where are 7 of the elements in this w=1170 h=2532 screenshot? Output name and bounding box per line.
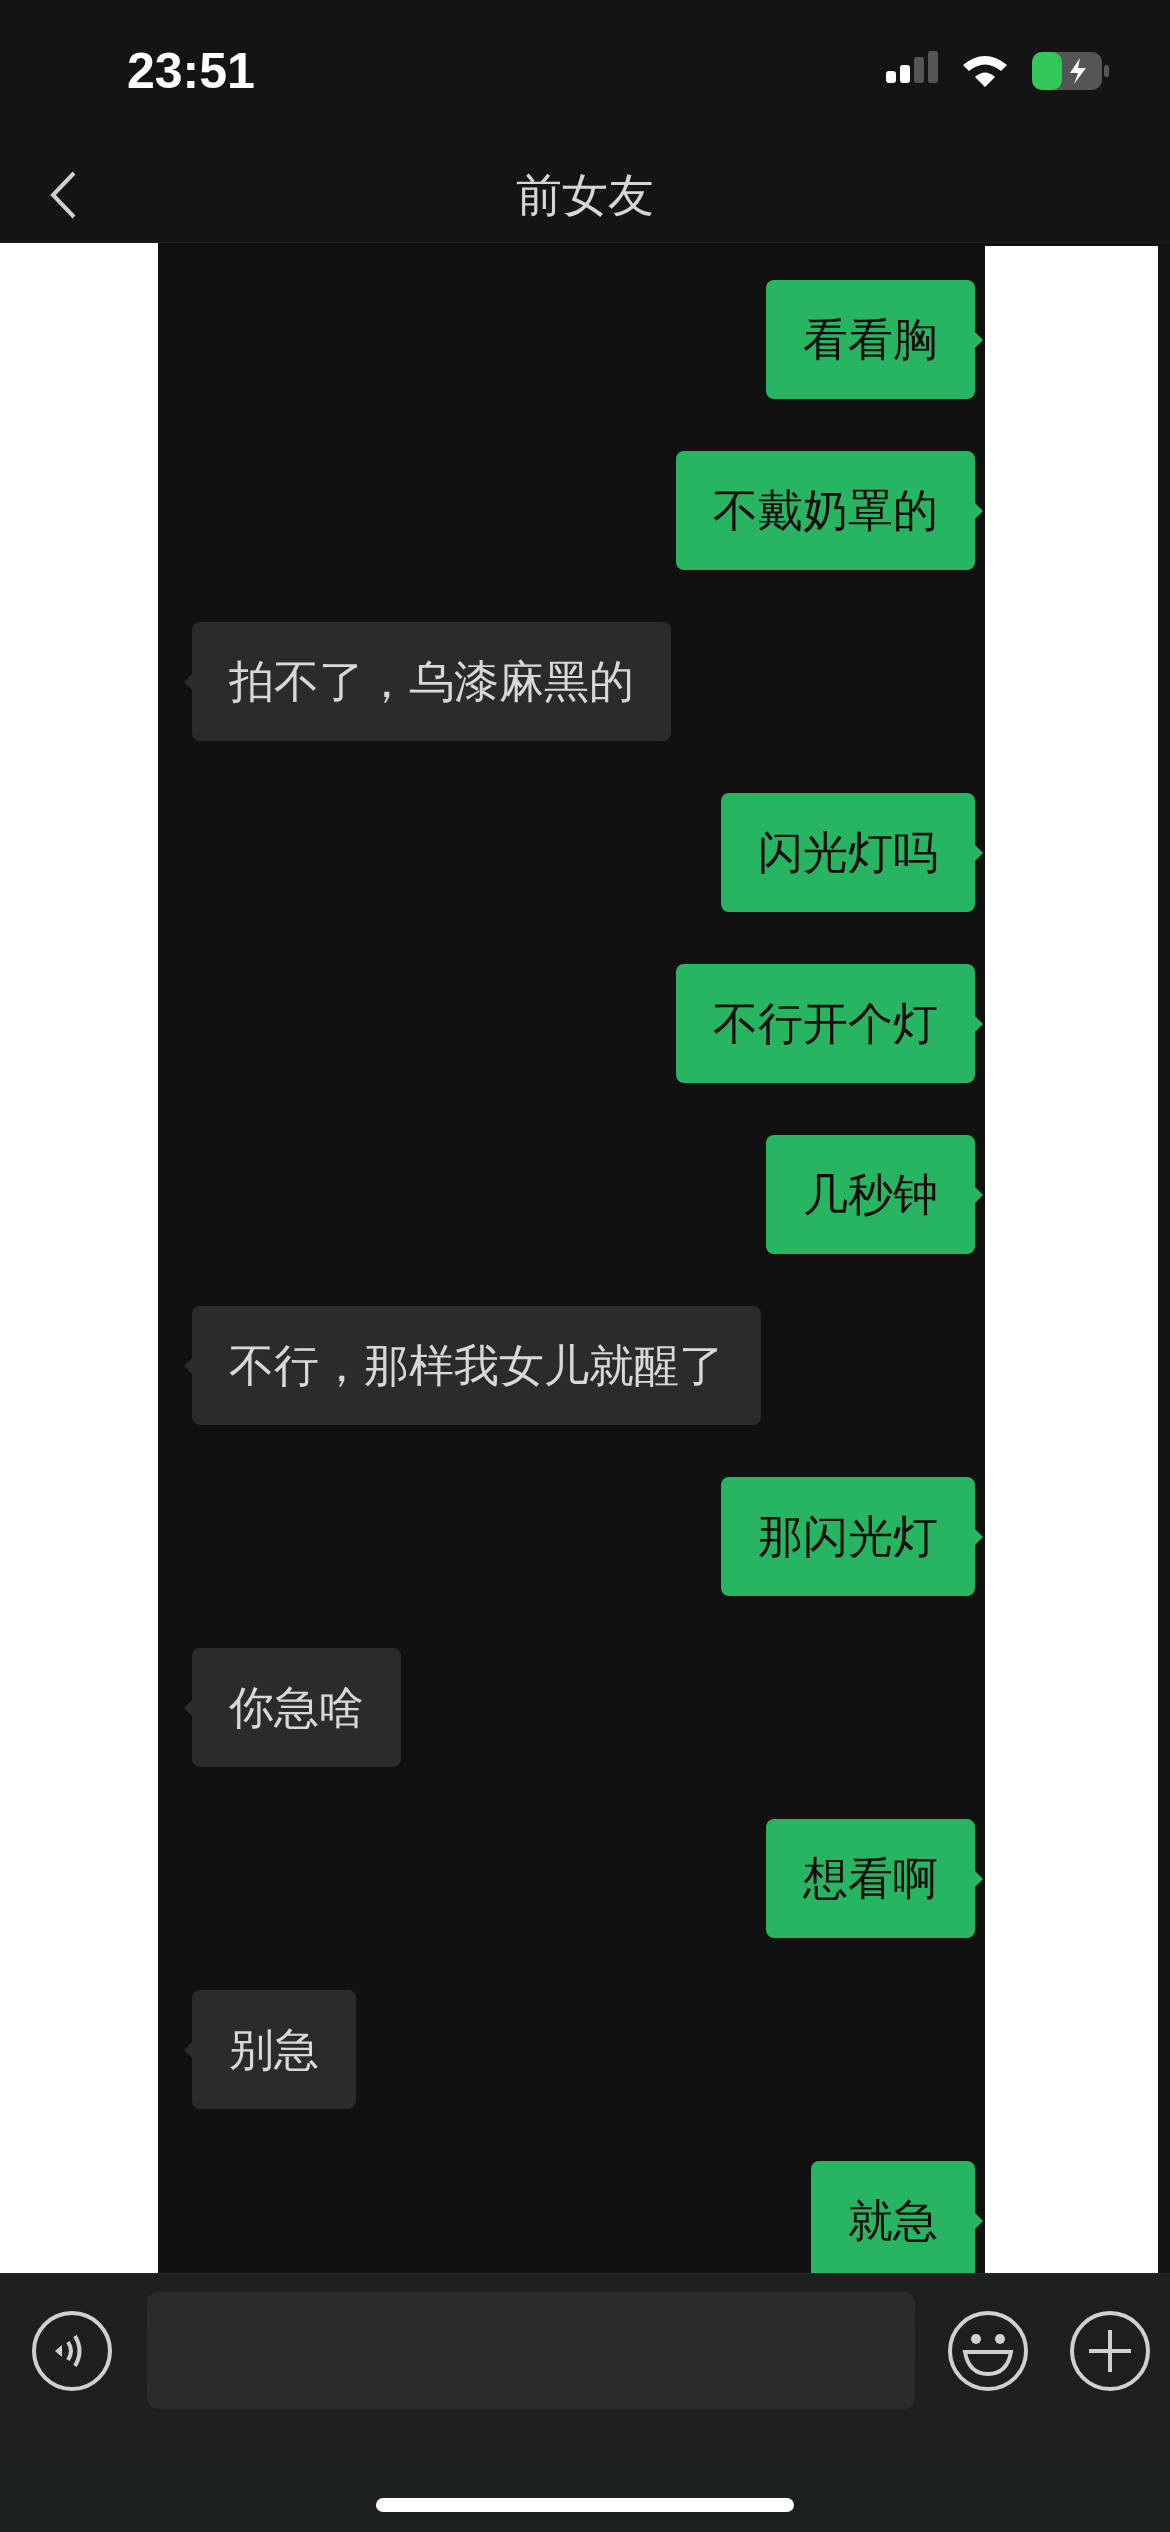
add-icon[interactable] <box>1069 2309 1151 2392</box>
chat-title: 前女友 <box>516 167 654 224</box>
battery-icon <box>1032 52 1110 90</box>
back-icon[interactable] <box>48 170 78 220</box>
emoji-icon[interactable] <box>947 2309 1029 2392</box>
status-time: 23:51 <box>127 42 255 100</box>
voice-icon[interactable] <box>31 2309 113 2392</box>
